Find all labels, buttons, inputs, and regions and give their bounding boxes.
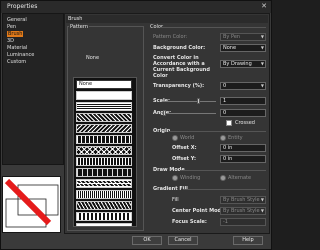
background-color-value: None [223, 45, 237, 51]
pattern-item-vertical[interactable] [76, 157, 132, 166]
nav-item-custom[interactable]: Custom [7, 59, 26, 65]
crossed-label: Crossed [235, 120, 255, 126]
nav-item-brush[interactable]: Brush [7, 31, 24, 37]
category-nav: General Pen Brush 3D Material Luminance … [2, 13, 64, 165]
pattern-color-dropdown[interactable]: By Pen ▼ [220, 33, 266, 41]
scale-slider-thumb[interactable] [197, 98, 200, 104]
pattern-item-diagonal[interactable] [76, 113, 132, 122]
color-separator [160, 27, 266, 28]
angle-value: 0 [223, 110, 227, 116]
focus-scale-field[interactable]: -1 [220, 218, 266, 226]
panel-title: Brush [66, 15, 268, 23]
offset-x-value: 0 in [223, 145, 233, 151]
offset-y-value: 0 in [223, 156, 233, 162]
nav-item-pen[interactable]: Pen [7, 24, 16, 30]
pattern-item-angle[interactable] [76, 201, 132, 210]
pattern-item-brick[interactable] [76, 168, 132, 177]
center-point-value: By Brush Style [223, 208, 260, 214]
pattern-item-solid[interactable] [76, 91, 132, 100]
title-bar: Properties ✕ [1, 1, 271, 13]
pattern-list[interactable]: None [73, 77, 137, 227]
chevron-down-icon: ▼ [260, 34, 264, 39]
pattern-color-value: By Pen [223, 34, 241, 40]
pattern-item-dense[interactable] [76, 190, 132, 199]
chevron-down-icon: ▼ [260, 197, 264, 202]
origin-world-radio[interactable] [172, 135, 178, 141]
focus-scale-value: -1 [223, 219, 228, 225]
transparency-value: 0 [223, 83, 227, 89]
alternate-label: Alternate [228, 175, 252, 181]
scale-slider-track [162, 101, 216, 102]
pattern-none-label: None [86, 55, 100, 61]
origin-world-label: World [180, 135, 195, 141]
alternate-radio[interactable] [220, 175, 226, 181]
convert-color-value: By Drawing [223, 61, 252, 67]
transparency-field[interactable]: 0 ▼ [220, 82, 266, 90]
offset-y-label: Offset Y: [172, 156, 196, 162]
chevron-down-icon: ▼ [260, 208, 264, 213]
gradient-separator [183, 189, 266, 190]
nav-item-3d[interactable]: 3D [7, 38, 14, 44]
window-title: Properties [7, 3, 38, 10]
nav-item-material[interactable]: Material [7, 45, 27, 51]
origin-entity-label: Entity [228, 135, 243, 141]
nav-item-general[interactable]: General [7, 17, 27, 23]
offset-x-label: Offset X: [172, 145, 197, 151]
transparency-label: Transparency (%): [153, 83, 205, 89]
pattern-item-backdiagonal[interactable] [76, 124, 132, 133]
cancel-button[interactable]: Cancel [168, 236, 198, 245]
focus-scale-label: Focus Scale: [172, 219, 207, 225]
pattern-item-none[interactable]: None [76, 80, 132, 89]
pattern-item-horizontal[interactable] [76, 102, 132, 111]
fill-label: Fill [172, 197, 179, 203]
preview-graphic [4, 178, 59, 228]
scale-value: 1 [223, 98, 227, 104]
pattern-item-mixed[interactable] [76, 179, 132, 188]
origin-separator [168, 131, 266, 132]
scale-field[interactable]: 1 [220, 97, 266, 105]
convert-color-dropdown[interactable]: By Drawing ▼ [220, 60, 266, 68]
angle-field[interactable]: 0 [220, 109, 266, 117]
chevron-down-icon: ▼ [260, 45, 264, 50]
offset-x-field[interactable]: 0 in [220, 144, 266, 152]
pattern-item-stripes[interactable] [76, 212, 132, 221]
ok-button[interactable]: OK [132, 236, 162, 245]
angle-slider-track [162, 113, 216, 114]
help-button[interactable]: Help [233, 236, 263, 245]
pattern-group-label: Pattern [69, 24, 89, 30]
crossed-checkbox[interactable] [226, 120, 232, 126]
chevron-down-icon: ▼ [260, 61, 264, 66]
winding-label: Winding [180, 175, 201, 181]
pattern-item-last[interactable] [76, 223, 132, 226]
center-point-label: Center Point Mode: [172, 208, 227, 214]
draw-mode-separator [180, 170, 266, 171]
angle-slider-thumb[interactable] [163, 110, 166, 116]
background-color-label: Background Color: [153, 45, 206, 51]
origin-entity-radio[interactable] [220, 135, 226, 141]
nav-item-luminance[interactable]: Luminance [7, 52, 34, 58]
fill-value: By Brush Style [223, 197, 260, 203]
background-color-dropdown[interactable]: None ▼ [220, 44, 266, 52]
winding-radio[interactable] [172, 175, 178, 181]
spinner-icon: ▼ [260, 83, 264, 88]
close-icon[interactable]: ✕ [261, 3, 267, 10]
brush-preview [2, 176, 61, 233]
pattern-color-label: Pattern Color: [153, 34, 188, 40]
convert-color-label: Convert Color in Accordance with a Curre… [153, 55, 210, 79]
fill-dropdown[interactable]: By Brush Style ▼ [220, 196, 266, 204]
center-point-dropdown[interactable]: By Brush Style ▼ [220, 207, 266, 215]
pattern-item-crosshatch[interactable] [76, 146, 132, 155]
pattern-item-grid[interactable] [76, 135, 132, 144]
offset-y-field[interactable]: 0 in [220, 155, 266, 163]
